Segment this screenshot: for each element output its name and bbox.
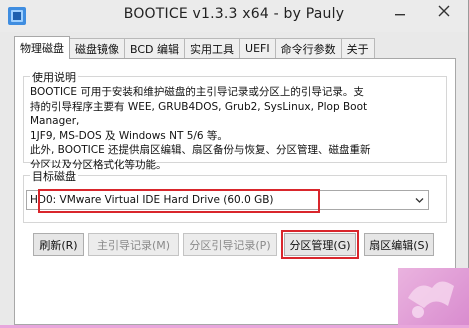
- mbr-button[interactable]: 主引导记录(M): [88, 233, 179, 256]
- tab-uefi[interactable]: UEFI: [239, 38, 276, 58]
- usage-line: 此外, BOOTICE 还提供扇区编辑、扇区备份与恢复、分区管理、磁盘重新: [30, 144, 371, 156]
- sector-edit-button[interactable]: 扇区编辑(S): [364, 233, 434, 256]
- usage-line: BOOTICE 可用于安装和维护磁盘的主引导记录或分区上的引导记录。支: [30, 86, 364, 98]
- usage-line: 分区以及分区格式化等功能。: [30, 158, 167, 171]
- usage-line: 持的引导程序主要有 WEE, GRUB4DOS, Grub2, SysLinux…: [30, 100, 368, 128]
- client-area: 物理磁盘 磁盘镜像 BCD 编辑 实用工具 UEFI 命令行参数 关于 使用说明…: [14, 36, 456, 325]
- usage-groupbox: 使用说明 BOOTICE 可用于安装和维护磁盘的主引导记录或分区上的引导记录。支…: [23, 69, 447, 171]
- partition-manage-button[interactable]: 分区管理(G): [284, 233, 356, 256]
- watermark-icon: [408, 281, 454, 318]
- pbr-button[interactable]: 分区引导记录(P): [183, 233, 277, 256]
- usage-line: 1JF9, MS-DOS 及 Windows NT 5/6 等。: [30, 129, 228, 142]
- bootice-window: BOOTICE v1.3.3 x64 - by Pauly 物理磁盘 磁盘镜像 …: [0, 0, 469, 325]
- chevron-down-icon: [415, 198, 424, 203]
- tab-bar: 物理磁盘 磁盘镜像 BCD 编辑 实用工具 UEFI 命令行参数 关于: [14, 36, 375, 59]
- close-button[interactable]: [421, 0, 467, 22]
- tab-command-line[interactable]: 命令行参数: [274, 38, 342, 58]
- tab-bcd-edit[interactable]: BCD 编辑: [124, 38, 186, 58]
- usage-group-label: 使用说明: [30, 69, 78, 85]
- tab-utilities[interactable]: 实用工具: [184, 38, 241, 58]
- title-bar[interactable]: BOOTICE v1.3.3 x64 - by Pauly: [0, 0, 468, 32]
- target-disk-value: HD0: VMware Virtual IDE Hard Drive (60.0…: [30, 194, 274, 206]
- close-icon: [438, 5, 450, 17]
- minimize-icon: [395, 14, 405, 16]
- refresh-button[interactable]: 刷新(R): [33, 233, 84, 256]
- tab-about[interactable]: 关于: [340, 38, 375, 58]
- target-disk-label: 目标磁盘: [30, 168, 78, 184]
- tab-disk-image[interactable]: 磁盘镜像: [69, 38, 125, 58]
- target-disk-select[interactable]: HD0: VMware Virtual IDE Hard Drive (60.0…: [26, 190, 429, 210]
- minimize-button[interactable]: [384, 0, 416, 22]
- watermark-logo: [398, 268, 469, 325]
- usage-description: BOOTICE 可用于安装和维护磁盘的主引导记录或分区上的引导记录。支 持的引导…: [30, 85, 410, 172]
- tab-physical-disk[interactable]: 物理磁盘: [14, 36, 70, 59]
